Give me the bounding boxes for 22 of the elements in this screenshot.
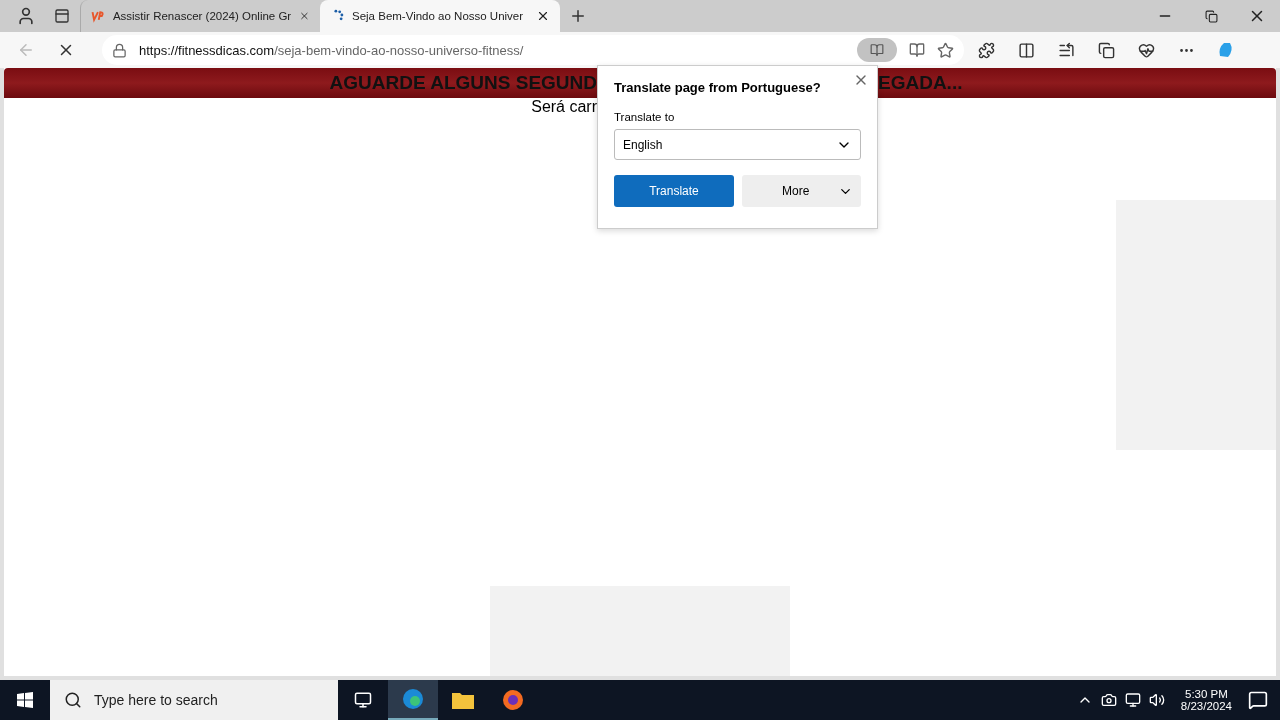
translate-button[interactable]: Translate [614, 175, 734, 207]
banner-text: EGADA... [878, 72, 963, 94]
notifications-icon[interactable] [1248, 690, 1268, 710]
field-label: Translate to [614, 111, 676, 123]
browser-tab[interactable]: Seja Bem-Vindo ao Nosso Univer [320, 0, 560, 32]
lock-icon [112, 42, 127, 58]
volume-icon[interactable] [1148, 692, 1165, 708]
more-button[interactable]: More [742, 175, 861, 207]
popup-title: Translate page from Portuguese? [614, 80, 822, 95]
camera-icon[interactable] [1100, 692, 1117, 708]
network-icon[interactable] [1124, 692, 1141, 708]
edge-icon[interactable] [388, 680, 438, 720]
banner-text: AGUARDE ALGUNS SEGUND [328, 72, 597, 94]
language-select[interactable]: English [614, 129, 861, 160]
address-field[interactable]: https://fitnessdicas.com/seja-bem-vindo-ao-nosso-universo-fitness/ [102, 35, 964, 65]
subtitle-text: Será carr [530, 98, 597, 116]
clock[interactable]: 5:30 PM 8/23/2024 [1172, 688, 1240, 712]
favorite-icon[interactable] [937, 41, 954, 59]
search-icon [64, 691, 82, 709]
taskbar-search-field[interactable]: Type here to search [50, 680, 338, 720]
close-tab-icon[interactable] [536, 9, 550, 23]
site-logo-icon [91, 9, 105, 23]
